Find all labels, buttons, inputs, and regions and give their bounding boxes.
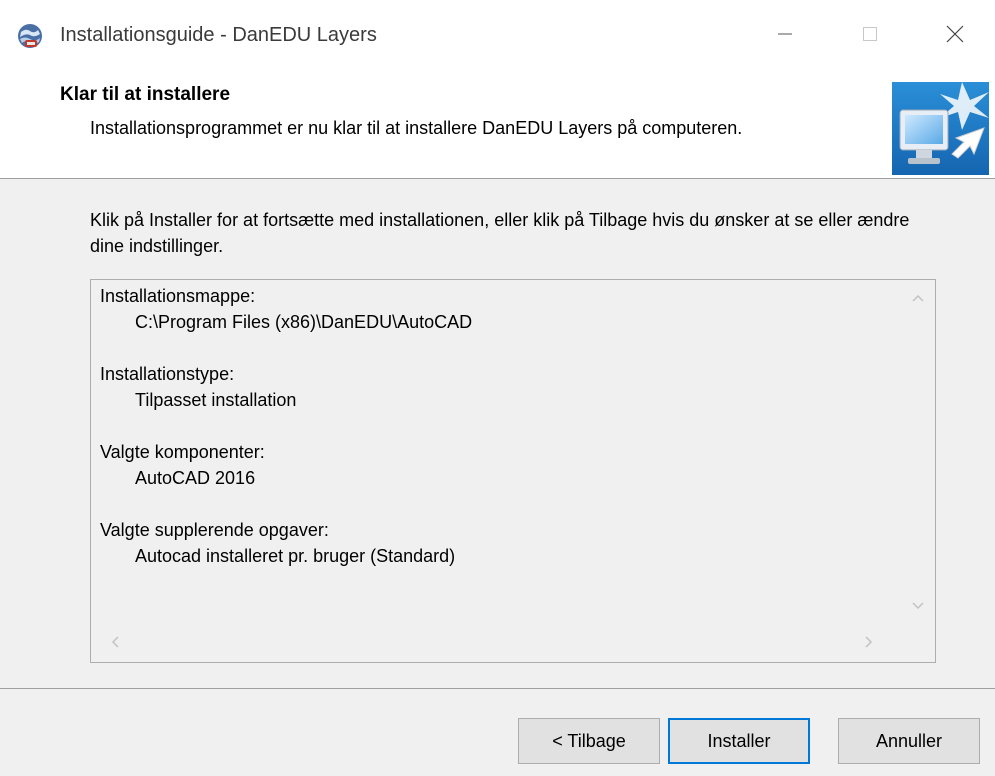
summary-value: Autocad installeret pr. bruger (Standard… (135, 546, 456, 566)
summary-value: AutoCAD 2016 (135, 468, 256, 488)
intro-text: Klik på Installer for at fortsætte med i… (90, 210, 910, 256)
chevron-left-icon (111, 636, 119, 648)
window-title: Installationsguide - DanEDU Layers (60, 24, 377, 46)
summary-group: Installationstype: Tilpasset installatio… (100, 361, 890, 413)
maximize-icon (863, 27, 877, 41)
page-title: Klar til at installere (60, 84, 231, 105)
install-button[interactable]: Installer (668, 718, 810, 764)
wizard-monitor-icon (892, 82, 989, 175)
close-icon (946, 25, 964, 43)
close-button[interactable] (920, 8, 990, 60)
summary-memo[interactable]: Installationsmappe: C:\Program Files (x8… (90, 279, 936, 663)
summary-value: C:\Program Files (x86)\DanEDU\AutoCAD (135, 312, 473, 332)
summary-label: Valgte komponenter: (100, 442, 265, 462)
summary-value: Tilpasset installation (135, 390, 297, 410)
chevron-up-icon (912, 294, 924, 302)
scroll-down-button[interactable] (908, 596, 928, 616)
footer-divider (0, 688, 995, 689)
scroll-right-button[interactable] (859, 632, 879, 652)
setup-globe-icon (18, 24, 42, 48)
page-subtitle: Installationsprogrammet er nu klar til a… (90, 118, 743, 138)
summary-label: Installationsmappe: (100, 286, 256, 306)
chevron-right-icon (865, 636, 873, 648)
installer-window: Installationsguide - DanEDU Layers Klar … (0, 0, 995, 776)
chevron-down-icon (912, 602, 924, 610)
maximize-button[interactable] (835, 8, 905, 60)
title-bar[interactable]: Installationsguide - DanEDU Layers (0, 0, 995, 68)
summary-group: Installationsmappe: C:\Program Files (x8… (100, 283, 890, 335)
summary-group: Valgte komponenter: AutoCAD 2016 (100, 439, 890, 491)
summary-label: Installationstype: (100, 364, 235, 384)
horizontal-scrollbar[interactable] (91, 622, 901, 662)
minimize-button[interactable] (750, 8, 820, 60)
scrollbar-corner (901, 622, 935, 662)
minimize-icon (778, 33, 792, 35)
summary-group: Valgte supplerende opgaver: Autocad inst… (100, 517, 890, 569)
summary-label: Valgte supplerende opgaver: (100, 520, 329, 540)
scroll-up-button[interactable] (908, 288, 928, 308)
vertical-scrollbar[interactable] (901, 280, 935, 620)
cancel-button[interactable]: Annuller (838, 718, 980, 764)
scroll-left-button[interactable] (105, 632, 125, 652)
summary-content: Installationsmappe: C:\Program Files (x8… (100, 283, 890, 595)
back-button[interactable]: < Tilbage (518, 718, 660, 764)
